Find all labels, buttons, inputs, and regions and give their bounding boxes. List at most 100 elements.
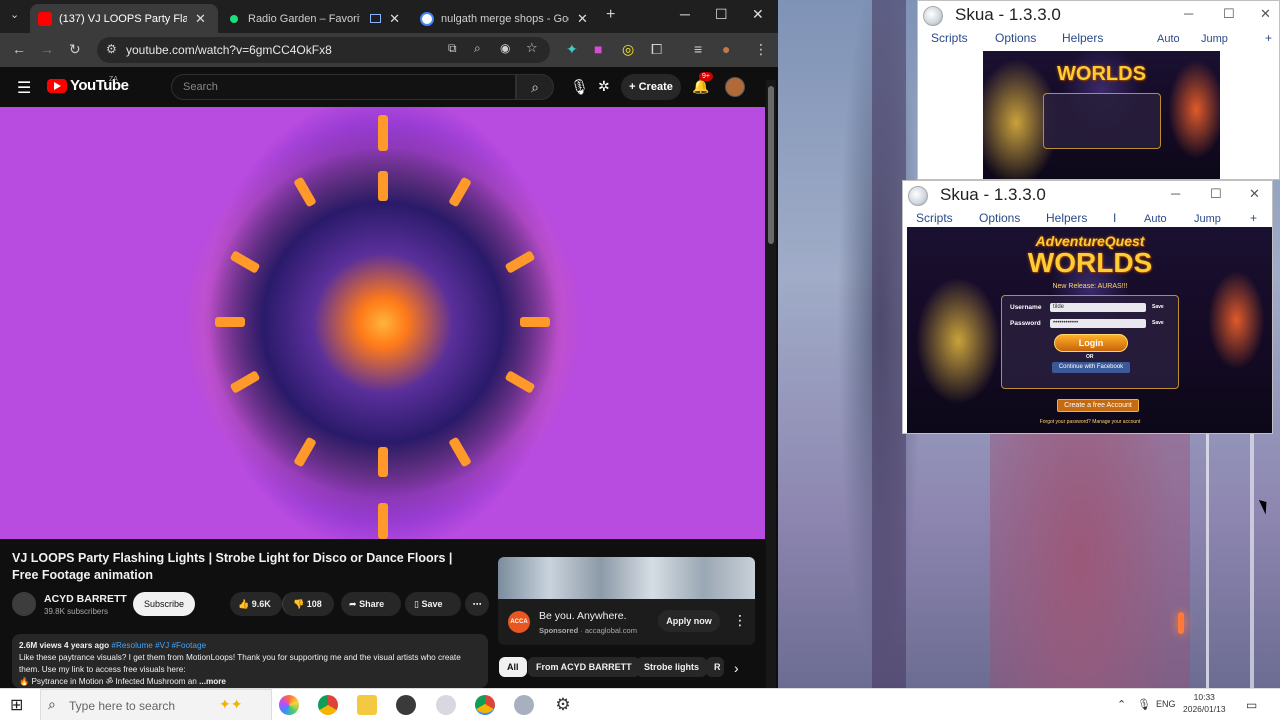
skua-icon[interactable] xyxy=(514,695,534,715)
chip-strobe-lights[interactable]: Strobe lights xyxy=(636,657,708,677)
site-info-icon[interactable]: ⚙ xyxy=(106,42,117,56)
chrome-icon[interactable] xyxy=(318,695,338,715)
create-account-button[interactable]: Create a free Account xyxy=(1057,399,1139,412)
menu-options[interactable]: Options xyxy=(995,31,1036,45)
save-password-label[interactable]: Save xyxy=(1152,320,1164,326)
puzzle-icon[interactable]: ⧠ xyxy=(651,41,662,58)
minimize-icon[interactable]: ─ xyxy=(680,6,690,22)
like-button[interactable]: 👍 9.6K xyxy=(230,592,282,616)
microphone-icon[interactable]: 🎙 xyxy=(1137,698,1151,711)
windows-start-icon[interactable]: ⊞ xyxy=(10,695,30,715)
ad-menu-icon[interactable]: ⋮ xyxy=(733,612,747,629)
install-icon[interactable]: ⧉ xyxy=(448,41,457,56)
menu-auto[interactable]: Auto xyxy=(1157,33,1180,45)
address-bar[interactable]: ⚙ youtube.com/watch?v=6gmCC4OkFx8 ⧉ ⌕ ◉ … xyxy=(97,37,550,63)
zoom-icon[interactable]: ⌕ xyxy=(474,41,481,56)
close-icon[interactable]: ✕ xyxy=(1249,186,1260,202)
scroll-thumb[interactable] xyxy=(768,86,774,244)
extension-icon[interactable]: ✦ xyxy=(566,41,578,58)
youtube-logo-text[interactable]: YouTube xyxy=(70,77,129,94)
save-username-label[interactable]: Save xyxy=(1152,304,1164,310)
minimize-icon[interactable]: ─ xyxy=(1171,186,1180,201)
taskbar-search-input[interactable]: ⌕ Type here to search ✦✦ xyxy=(40,689,272,720)
tray-chevron-icon[interactable]: ⌃ xyxy=(1117,698,1126,711)
language-indicator[interactable]: ENG xyxy=(1156,699,1176,709)
maximize-icon[interactable]: ☐ xyxy=(1210,186,1222,202)
ad-banner-image[interactable] xyxy=(498,557,755,599)
add-icon[interactable]: + xyxy=(1265,31,1272,45)
forward-icon[interactable]: → xyxy=(40,41,54,57)
game-viewport[interactable]: WORLDS xyxy=(983,51,1220,179)
tab-radio-garden[interactable]: Radio Garden – Favorites ✕ xyxy=(222,4,408,33)
menu-partial[interactable]: I xyxy=(1113,211,1116,225)
settings-gear-icon[interactable]: ⚙ xyxy=(553,695,573,715)
tab-search-icon[interactable]: ⌄ xyxy=(10,8,19,21)
reload-icon[interactable]: ↻ xyxy=(69,41,81,58)
menu-jump[interactable]: Jump xyxy=(1194,213,1221,225)
menu-scripts[interactable]: Scripts xyxy=(931,31,968,45)
channel-name[interactable]: ACYD BARRETT xyxy=(44,593,127,605)
maximize-icon[interactable]: ☐ xyxy=(715,6,728,23)
password-field[interactable]: •••••••••••• xyxy=(1050,319,1146,328)
add-icon[interactable]: + xyxy=(1250,211,1257,225)
menu-helpers[interactable]: Helpers xyxy=(1062,31,1103,45)
more-link[interactable]: ...more xyxy=(199,677,226,686)
apply-now-button[interactable]: Apply now xyxy=(658,610,720,632)
minimize-icon[interactable]: ─ xyxy=(1184,6,1193,21)
new-tab-icon[interactable]: + xyxy=(606,6,615,24)
app-icon[interactable] xyxy=(396,695,416,715)
media-icon[interactable]: ≡ xyxy=(694,41,702,57)
video-player[interactable] xyxy=(0,107,765,539)
hashtags[interactable]: #Resolume #VJ #Footage xyxy=(111,641,206,650)
maximize-icon[interactable]: ☐ xyxy=(1223,6,1235,22)
create-button[interactable]: + Create xyxy=(621,74,681,100)
menu-auto[interactable]: Auto xyxy=(1144,213,1167,225)
app-icon[interactable] xyxy=(279,695,299,715)
channel-avatar[interactable] xyxy=(12,592,36,616)
chip-all[interactable]: All xyxy=(499,657,527,677)
microphone-icon[interactable]: 🎙 xyxy=(570,78,589,96)
close-tab-icon[interactable]: ✕ xyxy=(389,11,400,27)
username-field[interactable]: tilde xyxy=(1050,303,1146,312)
chrome-icon[interactable] xyxy=(475,695,495,715)
extension-icon[interactable]: ■ xyxy=(594,41,602,57)
youtube-logo-icon[interactable] xyxy=(47,79,67,93)
notification-center-icon[interactable]: ▭ xyxy=(1246,698,1257,712)
menu-options[interactable]: Options xyxy=(979,211,1020,225)
game-viewport[interactable]: AdventureQuest WORLDS New Release: AURAS… xyxy=(907,227,1272,433)
bookmark-star-icon[interactable]: ☆ xyxy=(526,40,538,56)
chip-from-channel[interactable]: From ACYD BARRETT xyxy=(528,657,640,677)
profile-icon[interactable]: ● xyxy=(722,41,730,57)
close-window-icon[interactable]: ✕ xyxy=(752,6,764,23)
description-box[interactable]: 2.6M views 4 years ago #Resolume #VJ #Fo… xyxy=(12,634,488,688)
file-explorer-icon[interactable] xyxy=(357,695,377,715)
chevron-right-icon[interactable]: › xyxy=(734,660,739,676)
chip-partial[interactable]: R xyxy=(706,657,724,677)
menu-jump[interactable]: Jump xyxy=(1201,33,1228,45)
tab-youtube[interactable]: (137) VJ LOOPS Party Flashing ✕ xyxy=(30,4,218,33)
close-icon[interactable]: ✕ xyxy=(1260,6,1271,22)
app-icon[interactable] xyxy=(436,695,456,715)
taskbar-clock[interactable]: 10:33 2026/01/13 xyxy=(1183,691,1226,715)
close-tab-icon[interactable]: ✕ xyxy=(195,11,206,27)
menu-kebab-icon[interactable]: ⋮ xyxy=(754,41,768,58)
ad-card[interactable]: ACCA Be you. Anywhere. Sponsored · accag… xyxy=(498,599,755,645)
scrollbar[interactable] xyxy=(766,80,776,688)
extension-icon[interactable]: ◎ xyxy=(622,41,634,58)
back-icon[interactable]: ← xyxy=(12,41,26,57)
save-button[interactable]: ▯ Save xyxy=(405,592,461,616)
menu-helpers[interactable]: Helpers xyxy=(1046,211,1087,225)
facebook-button[interactable]: Continue with Facebook xyxy=(1052,362,1130,373)
dislike-button[interactable]: 👎 108 xyxy=(282,592,334,616)
extension-gear-icon[interactable]: ✲ xyxy=(598,78,610,95)
search-button[interactable]: ⌕ xyxy=(516,74,554,100)
tab-google-search[interactable]: nulgath merge shops - Google ✕ xyxy=(412,4,600,33)
menu-scripts[interactable]: Scripts xyxy=(916,211,953,225)
more-actions-button[interactable]: ⋯ xyxy=(465,592,489,616)
subscribe-button[interactable]: Subscribe xyxy=(133,592,195,616)
share-button[interactable]: ➦ Share xyxy=(341,592,401,616)
search-input[interactable]: Search xyxy=(171,74,516,100)
tracking-eye-icon[interactable]: ◉ xyxy=(500,41,510,55)
login-button[interactable]: Login xyxy=(1054,334,1128,352)
account-links[interactable]: Forgot your password? Manage your accoun… xyxy=(907,419,1272,425)
